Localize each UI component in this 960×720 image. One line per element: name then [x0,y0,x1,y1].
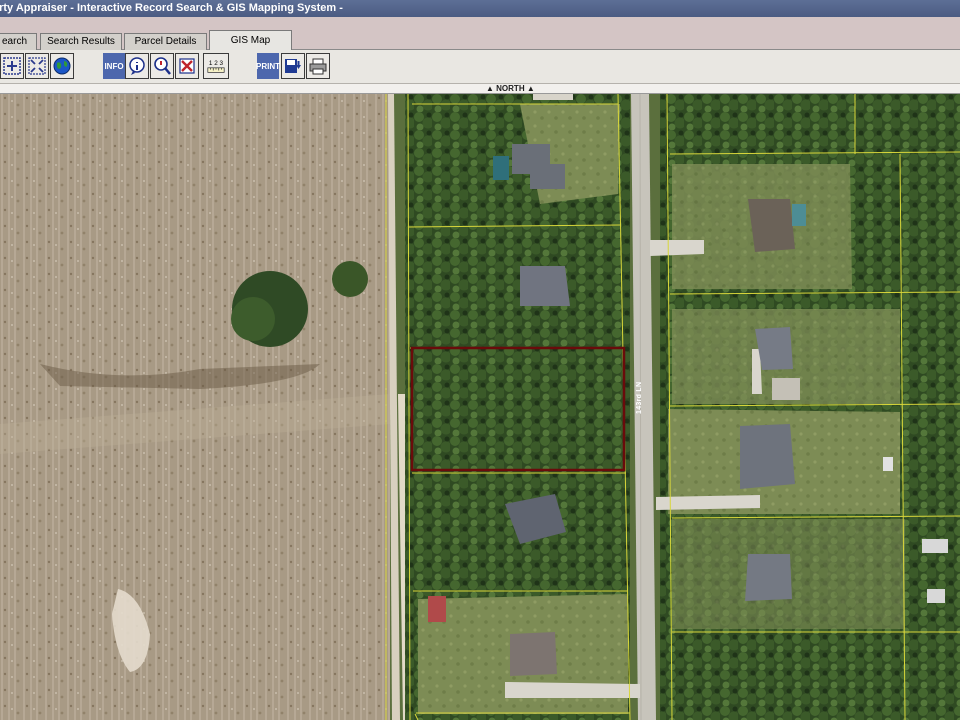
print-group-label: PRINT [256,53,280,79]
window-title: erty Appraiser - Interactive Record Sear… [0,2,343,14]
north-bar: ▲ NORTH ▲ [0,84,960,94]
info-group-label: INFO [103,53,125,79]
save-download-button[interactable] [281,53,305,79]
print-button[interactable] [306,53,330,79]
search-parcel-icon [154,57,171,75]
tab-gis-map[interactable]: GIS Map [209,30,292,51]
save-download-icon [285,59,301,73]
pan-north-button[interactable]: ▲ NORTH ▲ [486,84,535,94]
title-bar: erty Appraiser - Interactive Record Sear… [0,0,960,17]
aerial-imagery [0,94,960,720]
zoom-extent-button[interactable] [25,53,49,79]
identify-button[interactable] [125,53,149,79]
gis-map-view[interactable]: 143rd LN [0,94,960,720]
zoom-extent-icon [28,57,46,75]
map-toolbar: INFO 1 2 3 PRINT [0,50,960,84]
tab-search[interactable]: earch [0,33,37,50]
tab-strip: earch Search Results Parcel Details GIS … [0,17,960,51]
tab-search-results[interactable]: Search Results [40,33,122,50]
zoom-in-icon [3,57,21,75]
globe-icon [53,57,71,75]
street-label: 143rd LN [636,381,643,415]
identify-icon [129,57,145,75]
search-parcel-button[interactable] [150,53,174,79]
arrow-up-icon: ▲ [486,84,494,93]
clear-selection-button[interactable] [175,53,199,79]
arrow-up-icon: ▲ [526,84,535,93]
measure-icon: 1 2 3 [207,60,225,73]
svg-text:1 2 3: 1 2 3 [209,60,224,67]
north-label: NORTH [496,84,525,93]
zoom-in-button[interactable] [0,53,24,79]
clear-selection-icon [179,58,195,74]
measure-button[interactable]: 1 2 3 [203,53,229,79]
printer-icon [309,58,327,75]
tab-parcel-details[interactable]: Parcel Details [124,33,207,50]
globe-button[interactable] [50,53,74,79]
